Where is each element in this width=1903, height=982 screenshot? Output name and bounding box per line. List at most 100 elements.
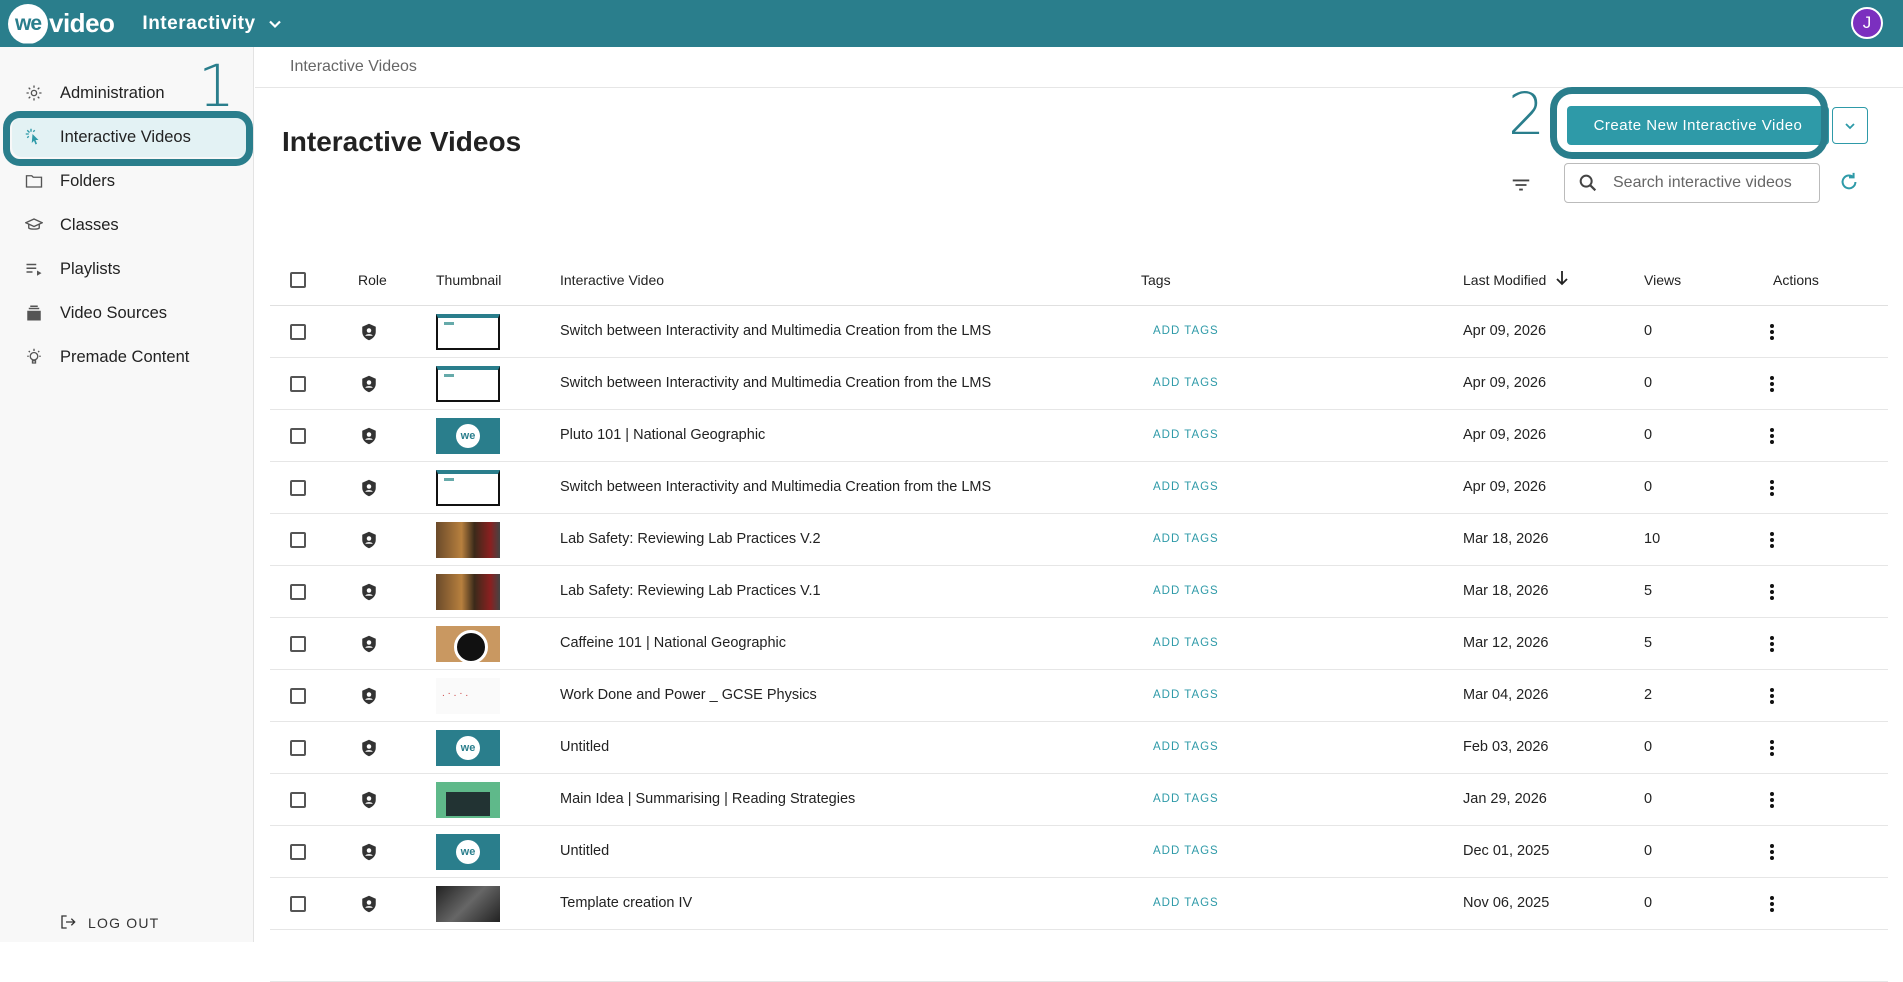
sidebar-item-classes[interactable]: Classes xyxy=(0,205,254,245)
row-checkbox[interactable] xyxy=(290,480,306,496)
wevideo-mark: we xyxy=(456,424,480,448)
video-title[interactable]: Template creation IV xyxy=(560,895,692,911)
more-actions-icon[interactable] xyxy=(1762,738,1782,758)
video-thumbnail[interactable] xyxy=(436,522,500,558)
video-title[interactable]: Main Idea | Summarising | Reading Strate… xyxy=(560,791,855,807)
video-thumbnail[interactable]: we xyxy=(436,418,500,454)
sort-arrow-down-icon[interactable] xyxy=(1555,270,1569,289)
sidebar-item-playlists[interactable]: Playlists xyxy=(0,249,254,289)
video-thumbnail[interactable]: we xyxy=(436,730,500,766)
video-thumbnail[interactable]: we xyxy=(436,834,500,870)
video-thumbnail[interactable] xyxy=(436,782,500,818)
table-row[interactable]: Switch between Interactivity and Multime… xyxy=(270,462,1888,514)
video-thumbnail[interactable] xyxy=(436,314,500,350)
row-checkbox[interactable] xyxy=(290,532,306,548)
videos-table: Role Thumbnail Interactive Video Tags La… xyxy=(270,254,1888,982)
create-options-dropdown[interactable] xyxy=(1832,107,1868,144)
wevideo-mark: we xyxy=(456,736,480,760)
add-tags-button[interactable]: ADD TAGS xyxy=(1153,429,1219,441)
row-checkbox[interactable] xyxy=(290,844,306,860)
sidebar-item-label: Administration xyxy=(60,83,165,102)
add-tags-button[interactable]: ADD TAGS xyxy=(1153,793,1219,805)
chevron-down-icon[interactable] xyxy=(268,15,286,33)
add-tags-button[interactable]: ADD TAGS xyxy=(1153,481,1219,493)
sidebar-item-premade-content[interactable]: Premade Content xyxy=(0,337,254,377)
more-actions-icon[interactable] xyxy=(1762,686,1782,706)
table-row[interactable]: Lab Safety: Reviewing Lab Practices V.1 A… xyxy=(270,566,1888,618)
sidebar-item-folders[interactable]: Folders xyxy=(0,161,254,201)
add-tags-button[interactable]: ADD TAGS xyxy=(1153,325,1219,337)
video-thumbnail[interactable] xyxy=(436,366,500,402)
table-row[interactable]: Lab Safety: Reviewing Lab Practices V.2 A… xyxy=(270,514,1888,566)
video-title[interactable]: Switch between Interactivity and Multime… xyxy=(560,323,991,339)
row-checkbox[interactable] xyxy=(290,740,306,756)
video-title[interactable]: Switch between Interactivity and Multime… xyxy=(560,375,991,391)
column-header-last-modified[interactable]: Last Modified xyxy=(1463,272,1546,288)
add-tags-button[interactable]: ADD TAGS xyxy=(1153,741,1219,753)
video-title[interactable]: Untitled xyxy=(560,843,609,859)
more-actions-icon[interactable] xyxy=(1762,322,1782,342)
logout-button[interactable]: LOG OUT xyxy=(60,914,159,932)
table-row[interactable]: we Untitled ADD TAGS Feb 03, 2026 0 xyxy=(270,722,1888,774)
row-checkbox[interactable] xyxy=(290,584,306,600)
more-actions-icon[interactable] xyxy=(1762,634,1782,654)
user-avatar[interactable]: J xyxy=(1851,7,1883,39)
more-actions-icon[interactable] xyxy=(1762,530,1782,550)
table-row[interactable]: we Pluto 101 | National Geographic ADD TAG… xyxy=(270,410,1888,462)
video-thumbnail[interactable] xyxy=(436,886,500,922)
more-actions-icon[interactable] xyxy=(1762,790,1782,810)
shield-user-icon xyxy=(360,843,378,861)
row-checkbox[interactable] xyxy=(290,636,306,652)
table-row[interactable]: Switch between Interactivity and Multime… xyxy=(270,358,1888,410)
video-thumbnail[interactable] xyxy=(436,574,500,610)
sidebar-item-video-sources[interactable]: Video Sources xyxy=(0,293,254,333)
more-actions-icon[interactable] xyxy=(1762,478,1782,498)
video-title[interactable]: Switch between Interactivity and Multime… xyxy=(560,479,991,495)
more-actions-icon[interactable] xyxy=(1762,426,1782,446)
breadcrumb[interactable]: Interactive Videos xyxy=(290,58,417,76)
search-input[interactable] xyxy=(1613,174,1813,192)
add-tags-button[interactable]: ADD TAGS xyxy=(1153,637,1219,649)
row-checkbox[interactable] xyxy=(290,324,306,340)
wevideo-logo[interactable]: we video xyxy=(8,3,115,44)
row-checkbox[interactable] xyxy=(290,792,306,808)
row-checkbox[interactable] xyxy=(290,376,306,392)
table-row[interactable]: Switch between Interactivity and Multime… xyxy=(270,306,1888,358)
add-tags-button[interactable]: ADD TAGS xyxy=(1153,377,1219,389)
table-row[interactable]: Template creation IV ADD TAGS Nov 06, 2025… xyxy=(270,878,1888,930)
row-checkbox[interactable] xyxy=(290,428,306,444)
select-all-checkbox[interactable] xyxy=(290,272,306,288)
more-actions-icon[interactable] xyxy=(1762,894,1782,914)
shield-user-icon xyxy=(360,427,378,445)
table-row[interactable]: Caffeine 101 | National Geographic ADD TA… xyxy=(270,618,1888,670)
add-tags-button[interactable]: ADD TAGS xyxy=(1153,689,1219,701)
filter-icon[interactable] xyxy=(1510,174,1532,196)
add-tags-button[interactable]: ADD TAGS xyxy=(1153,845,1219,857)
refresh-icon[interactable] xyxy=(1838,171,1862,195)
view-count: 0 xyxy=(1644,791,1653,807)
video-thumbnail[interactable] xyxy=(436,626,500,662)
column-header-views: Views xyxy=(1644,272,1682,288)
video-thumbnail[interactable] xyxy=(436,470,500,506)
video-thumbnail[interactable] xyxy=(436,678,500,714)
more-actions-icon[interactable] xyxy=(1762,582,1782,602)
row-checkbox[interactable] xyxy=(290,688,306,704)
more-actions-icon[interactable] xyxy=(1762,842,1782,862)
add-tags-button[interactable]: ADD TAGS xyxy=(1153,897,1219,909)
video-title[interactable]: Pluto 101 | National Geographic xyxy=(560,427,765,443)
video-title[interactable]: Lab Safety: Reviewing Lab Practices V.2 xyxy=(560,531,821,547)
video-title[interactable]: Lab Safety: Reviewing Lab Practices V.1 xyxy=(560,583,821,599)
last-modified-date: Apr 09, 2026 xyxy=(1463,375,1547,391)
video-title[interactable]: Untitled xyxy=(560,739,609,755)
table-row[interactable]: Work Done and Power _ GCSE Physics ADD TA… xyxy=(270,670,1888,722)
table-row[interactable]: Main Idea | Summarising | Reading Strate… xyxy=(270,774,1888,826)
table-row[interactable]: we Untitled ADD TAGS Dec 01, 2025 0 xyxy=(270,826,1888,878)
add-tags-button[interactable]: ADD TAGS xyxy=(1153,533,1219,545)
row-checkbox[interactable] xyxy=(290,896,306,912)
view-count: 0 xyxy=(1644,843,1653,859)
video-title[interactable]: Caffeine 101 | National Geographic xyxy=(560,635,786,651)
video-title[interactable]: Work Done and Power _ GCSE Physics xyxy=(560,687,817,703)
add-tags-button[interactable]: ADD TAGS xyxy=(1153,585,1219,597)
more-actions-icon[interactable] xyxy=(1762,374,1782,394)
app-switcher-label[interactable]: Interactivity xyxy=(142,13,255,35)
